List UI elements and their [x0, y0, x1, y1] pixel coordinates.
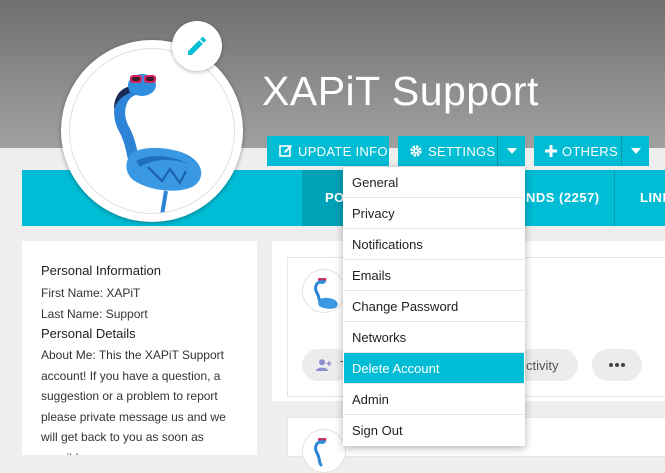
update-info-button[interactable]: UPDATE INFO	[267, 136, 389, 166]
settings-dropdown-toggle[interactable]	[497, 136, 525, 166]
activity-label: ctivity	[526, 357, 559, 373]
first-name: First Name: XAPiT	[41, 286, 141, 300]
personal-info-heading: Personal Information	[41, 263, 161, 278]
menu-item-notifications[interactable]: Notifications	[344, 229, 524, 260]
caret-down-icon	[630, 148, 641, 154]
others-label: OTHERS	[562, 143, 618, 159]
menu-item-emails[interactable]: Emails	[344, 260, 524, 291]
about-me-text: About Me: This the XAPiT Support account…	[41, 348, 226, 455]
flamingo-icon	[314, 278, 338, 309]
gear-icon	[409, 144, 423, 158]
personal-details-heading: Personal Details	[41, 326, 136, 341]
add-user-icon	[316, 359, 332, 371]
post-avatar	[302, 269, 346, 313]
menu-item-delete-account[interactable]: Delete Account	[344, 353, 524, 384]
tab-friends[interactable]: NDS (2257)	[526, 170, 626, 226]
menu-item-change-password[interactable]: Change Password	[344, 291, 524, 322]
profile-avatar[interactable]	[61, 40, 243, 222]
plus-icon	[545, 145, 557, 157]
others-button[interactable]: OTHERS	[534, 136, 622, 166]
edit-square-icon	[279, 144, 293, 158]
settings-label: SETTINGS	[428, 143, 496, 159]
nav-divider	[614, 170, 615, 226]
profile-name: XAPiT Support	[262, 68, 539, 114]
caret-down-icon	[506, 148, 517, 154]
menu-item-privacy[interactable]: Privacy	[344, 198, 524, 229]
menu-item-sign-out[interactable]: Sign Out	[344, 415, 524, 446]
more-options-button[interactable]	[592, 349, 642, 381]
pencil-icon	[188, 36, 207, 55]
edit-avatar-button[interactable]	[172, 21, 222, 71]
personal-info-card: Personal Information First Name: XAPiT L…	[22, 241, 257, 455]
settings-button[interactable]: SETTINGS	[398, 136, 498, 166]
menu-item-networks[interactable]: Networks	[344, 322, 524, 353]
update-info-label: UPDATE INFO	[298, 143, 388, 159]
menu-item-general[interactable]: General	[344, 167, 524, 198]
avatar-image	[69, 48, 235, 214]
ellipsis-icon	[609, 363, 625, 367]
flamingo-icon	[114, 74, 202, 213]
last-name: Last Name: Support	[41, 307, 148, 321]
others-dropdown-toggle[interactable]	[621, 136, 649, 166]
post-avatar	[302, 429, 346, 473]
tab-links[interactable]: LINK	[640, 170, 665, 226]
flamingo-icon	[314, 438, 327, 467]
settings-dropdown-menu: General Privacy Notifications Emails Cha…	[343, 167, 525, 446]
menu-item-admin[interactable]: Admin	[344, 384, 524, 415]
